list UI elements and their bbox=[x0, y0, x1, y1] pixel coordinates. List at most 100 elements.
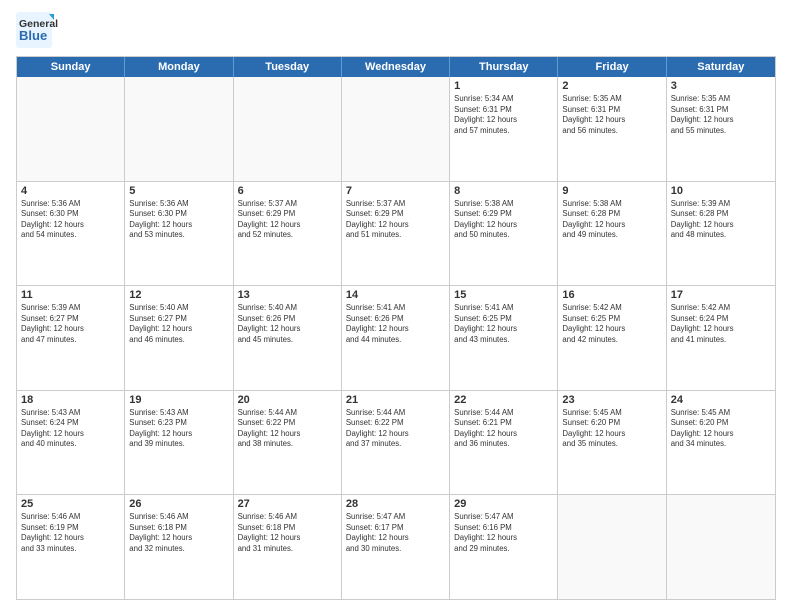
cal-cell-6: 6 Sunrise: 5:37 AMSunset: 6:29 PMDaylight… bbox=[234, 182, 342, 286]
cell-info: Sunrise: 5:39 AMSunset: 6:28 PMDaylight:… bbox=[671, 199, 771, 241]
svg-text:Blue: Blue bbox=[19, 28, 47, 43]
cal-week-2: 4 Sunrise: 5:36 AMSunset: 6:30 PMDaylight… bbox=[17, 181, 775, 286]
cal-cell-empty-0 bbox=[17, 77, 125, 181]
cal-week-5: 25Sunrise: 5:46 AMSunset: 6:19 PMDayligh… bbox=[17, 494, 775, 599]
cal-cell-7: 7 Sunrise: 5:37 AMSunset: 6:29 PMDaylight… bbox=[342, 182, 450, 286]
cal-cell-14: 14 Sunrise: 5:41 AMSunset: 6:26 PMDayligh… bbox=[342, 286, 450, 390]
cell-info: Sunrise: 5:40 AMSunset: 6:27 PMDaylight:… bbox=[129, 303, 228, 345]
cal-cell-empty-3 bbox=[342, 77, 450, 181]
cal-cell-25: 25Sunrise: 5:46 AMSunset: 6:19 PMDayligh… bbox=[17, 495, 125, 599]
cal-cell-13: 13 Sunrise: 5:40 AMSunset: 6:26 PMDayligh… bbox=[234, 286, 342, 390]
day-number: 15 bbox=[454, 289, 553, 301]
cal-cell-19: 19Sunrise: 5:43 AMSunset: 6:23 PMDayligh… bbox=[125, 391, 233, 495]
day-number: 4 bbox=[21, 185, 120, 197]
day-number: 10 bbox=[671, 185, 771, 197]
cal-cell-5: 5 Sunrise: 5:36 AMSunset: 6:30 PMDaylight… bbox=[125, 182, 233, 286]
cell-info: Sunrise: 5:38 AMSunset: 6:28 PMDaylight:… bbox=[562, 199, 661, 241]
day-number: 13 bbox=[238, 289, 337, 301]
cal-cell-11: 11 Sunrise: 5:39 AMSunset: 6:27 PMDayligh… bbox=[17, 286, 125, 390]
cell-info: Sunrise: 5:41 AMSunset: 6:26 PMDaylight:… bbox=[346, 303, 445, 345]
day-number: 25 bbox=[21, 498, 120, 510]
cal-cell-18: 18 Sunrise: 5:43 AMSunset: 6:24 PMDayligh… bbox=[17, 391, 125, 495]
cal-cell-17: 17 Sunrise: 5:42 AMSunset: 6:24 PMDayligh… bbox=[667, 286, 775, 390]
day-number: 7 bbox=[346, 185, 445, 197]
day-number: 28 bbox=[346, 498, 445, 510]
day-number: 2 bbox=[562, 80, 661, 92]
cal-cell-8: 8Sunrise: 5:38 AMSunset: 6:29 PMDaylight… bbox=[450, 182, 558, 286]
day-number: 11 bbox=[21, 289, 120, 301]
day-number: 16 bbox=[562, 289, 661, 301]
day-number: 26 bbox=[129, 498, 228, 510]
logo: General Blue bbox=[16, 12, 86, 48]
cal-cell-29: 29 Sunrise: 5:47 AMSunset: 6:16 PMDayligh… bbox=[450, 495, 558, 599]
cell-info: Sunrise: 5:47 AMSunset: 6:17 PMDaylight:… bbox=[346, 512, 445, 554]
cell-info: Sunrise: 5:44 AMSunset: 6:21 PMDaylight:… bbox=[454, 408, 553, 450]
cal-cell-empty-2 bbox=[234, 77, 342, 181]
cal-header-day-saturday: Saturday bbox=[667, 57, 775, 77]
calendar: SundayMondayTuesdayWednesdayThursdayFrid… bbox=[16, 56, 776, 600]
cal-cell-16: 16 Sunrise: 5:42 AMSunset: 6:25 PMDayligh… bbox=[558, 286, 666, 390]
cal-week-1: 1 Sunrise: 5:34 AMSunset: 6:31 PMDaylight… bbox=[17, 77, 775, 181]
day-number: 6 bbox=[238, 185, 337, 197]
day-number: 1 bbox=[454, 80, 553, 92]
day-number: 8 bbox=[454, 185, 553, 197]
cell-info: Sunrise: 5:43 AMSunset: 6:24 PMDaylight:… bbox=[21, 408, 120, 450]
calendar-header: SundayMondayTuesdayWednesdayThursdayFrid… bbox=[17, 57, 775, 77]
cell-info: Sunrise: 5:44 AMSunset: 6:22 PMDaylight:… bbox=[346, 408, 445, 450]
day-number: 29 bbox=[454, 498, 553, 510]
cell-info: Sunrise: 5:40 AMSunset: 6:26 PMDaylight:… bbox=[238, 303, 337, 345]
day-number: 24 bbox=[671, 394, 771, 406]
cal-header-day-friday: Friday bbox=[558, 57, 666, 77]
day-number: 9 bbox=[562, 185, 661, 197]
day-number: 19 bbox=[129, 394, 228, 406]
cal-cell-24: 24 Sunrise: 5:45 AMSunset: 6:20 PMDayligh… bbox=[667, 391, 775, 495]
day-number: 21 bbox=[346, 394, 445, 406]
cal-cell-28: 28 Sunrise: 5:47 AMSunset: 6:17 PMDayligh… bbox=[342, 495, 450, 599]
cal-header-day-sunday: Sunday bbox=[17, 57, 125, 77]
cal-week-4: 18 Sunrise: 5:43 AMSunset: 6:24 PMDayligh… bbox=[17, 390, 775, 495]
cal-cell-2: 2 Sunrise: 5:35 AMSunset: 6:31 PMDaylight… bbox=[558, 77, 666, 181]
cell-info: Sunrise: 5:35 AMSunset: 6:31 PMDaylight:… bbox=[562, 94, 661, 136]
cell-info: Sunrise: 5:39 AMSunset: 6:27 PMDaylight:… bbox=[21, 303, 120, 345]
cal-header-day-wednesday: Wednesday bbox=[342, 57, 450, 77]
day-number: 3 bbox=[671, 80, 771, 92]
page: General Blue SundayMondayTuesdayWednesda… bbox=[0, 0, 792, 612]
cal-header-day-monday: Monday bbox=[125, 57, 233, 77]
cal-cell-empty-6 bbox=[667, 495, 775, 599]
day-number: 12 bbox=[129, 289, 228, 301]
day-number: 18 bbox=[21, 394, 120, 406]
cal-cell-4: 4 Sunrise: 5:36 AMSunset: 6:30 PMDaylight… bbox=[17, 182, 125, 286]
day-number: 22 bbox=[454, 394, 553, 406]
cell-info: Sunrise: 5:47 AMSunset: 6:16 PMDaylight:… bbox=[454, 512, 553, 554]
cal-cell-27: 27 Sunrise: 5:46 AMSunset: 6:18 PMDayligh… bbox=[234, 495, 342, 599]
cal-cell-1: 1 Sunrise: 5:34 AMSunset: 6:31 PMDaylight… bbox=[450, 77, 558, 181]
cal-cell-26: 26Sunrise: 5:46 AMSunset: 6:18 PMDayligh… bbox=[125, 495, 233, 599]
cell-info: Sunrise: 5:34 AMSunset: 6:31 PMDaylight:… bbox=[454, 94, 553, 136]
day-number: 27 bbox=[238, 498, 337, 510]
cell-info: Sunrise: 5:35 AMSunset: 6:31 PMDaylight:… bbox=[671, 94, 771, 136]
day-number: 23 bbox=[562, 394, 661, 406]
cell-info: Sunrise: 5:44 AMSunset: 6:22 PMDaylight:… bbox=[238, 408, 337, 450]
day-number: 5 bbox=[129, 185, 228, 197]
cal-header-day-thursday: Thursday bbox=[450, 57, 558, 77]
cell-info: Sunrise: 5:37 AMSunset: 6:29 PMDaylight:… bbox=[346, 199, 445, 241]
logo-svg: General Blue bbox=[16, 12, 86, 48]
cell-info: Sunrise: 5:42 AMSunset: 6:24 PMDaylight:… bbox=[671, 303, 771, 345]
day-number: 17 bbox=[671, 289, 771, 301]
cell-info: Sunrise: 5:37 AMSunset: 6:29 PMDaylight:… bbox=[238, 199, 337, 241]
day-number: 14 bbox=[346, 289, 445, 301]
cal-cell-21: 21 Sunrise: 5:44 AMSunset: 6:22 PMDayligh… bbox=[342, 391, 450, 495]
cal-cell-10: 10 Sunrise: 5:39 AMSunset: 6:28 PMDayligh… bbox=[667, 182, 775, 286]
cell-info: Sunrise: 5:41 AMSunset: 6:25 PMDaylight:… bbox=[454, 303, 553, 345]
cal-cell-22: 22 Sunrise: 5:44 AMSunset: 6:21 PMDayligh… bbox=[450, 391, 558, 495]
cell-info: Sunrise: 5:45 AMSunset: 6:20 PMDaylight:… bbox=[562, 408, 661, 450]
cell-info: Sunrise: 5:36 AMSunset: 6:30 PMDaylight:… bbox=[129, 199, 228, 241]
cell-info: Sunrise: 5:46 AMSunset: 6:18 PMDaylight:… bbox=[238, 512, 337, 554]
cal-cell-empty-1 bbox=[125, 77, 233, 181]
cal-cell-15: 15 Sunrise: 5:41 AMSunset: 6:25 PMDayligh… bbox=[450, 286, 558, 390]
cell-info: Sunrise: 5:42 AMSunset: 6:25 PMDaylight:… bbox=[562, 303, 661, 345]
cell-info: Sunrise: 5:45 AMSunset: 6:20 PMDaylight:… bbox=[671, 408, 771, 450]
cell-info: Sunrise: 5:36 AMSunset: 6:30 PMDaylight:… bbox=[21, 199, 120, 241]
cal-week-3: 11 Sunrise: 5:39 AMSunset: 6:27 PMDayligh… bbox=[17, 285, 775, 390]
cal-cell-9: 9 Sunrise: 5:38 AMSunset: 6:28 PMDaylight… bbox=[558, 182, 666, 286]
